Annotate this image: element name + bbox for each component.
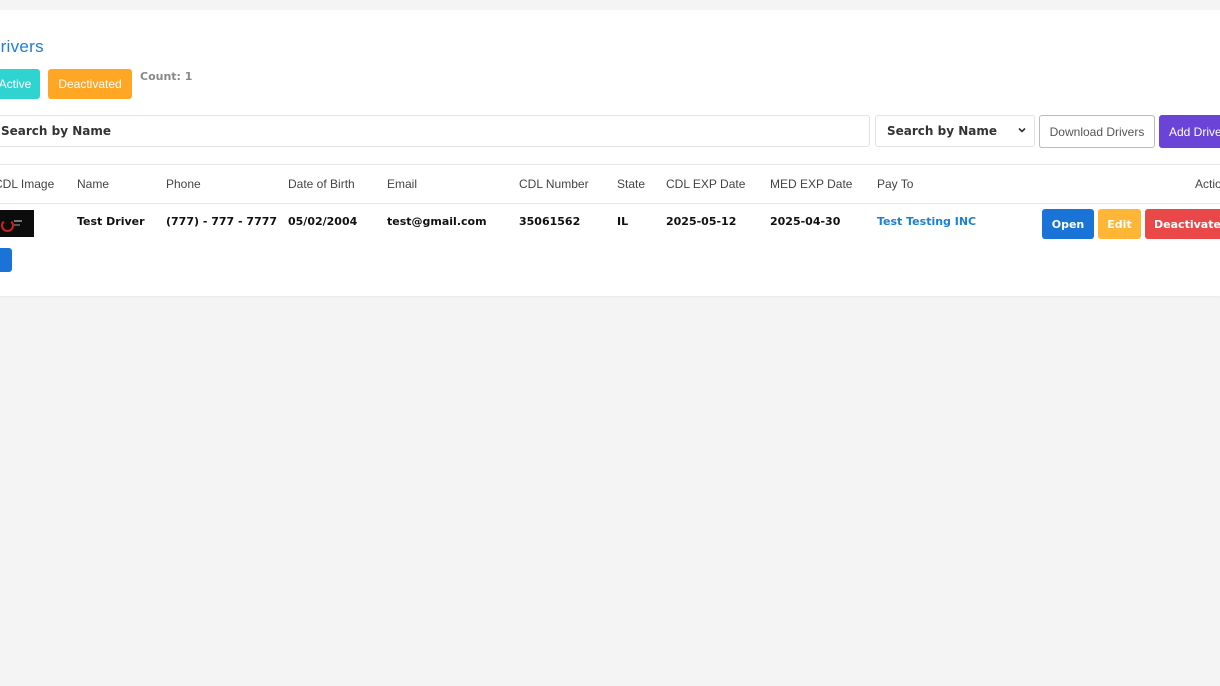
filter-deactivated-button[interactable]: Deactivated bbox=[48, 69, 132, 99]
header-actions: Actions bbox=[1195, 177, 1220, 191]
cell-state: IL bbox=[617, 215, 629, 228]
cell-name: Test Driver bbox=[77, 215, 145, 228]
header-phone: Phone bbox=[166, 177, 201, 191]
cell-cdl-exp-date: 2025-05-12 bbox=[666, 215, 737, 228]
cell-cdl-number: 35061562 bbox=[519, 215, 581, 228]
cell-email: test@gmail.com bbox=[387, 215, 487, 228]
deactivate-button[interactable]: Deactivate bbox=[1145, 209, 1220, 239]
cell-med-exp-date: 2025-04-30 bbox=[770, 215, 841, 228]
header-state: State bbox=[617, 177, 646, 191]
cdl-image-thumbnail[interactable] bbox=[0, 210, 34, 237]
search-field-select-value: Search by Name bbox=[887, 124, 998, 138]
search-input[interactable] bbox=[0, 115, 870, 147]
drivers-card bbox=[0, 10, 1220, 296]
page-title: Drivers bbox=[0, 37, 44, 56]
header-med-exp-date: MED EXP Date bbox=[770, 177, 853, 191]
header-cdl-number: CDL Number bbox=[519, 177, 589, 191]
header-date-of-birth: Date of Birth bbox=[288, 177, 355, 191]
header-cdl-image: CDL Image bbox=[0, 177, 55, 191]
download-drivers-button[interactable]: Download Drivers bbox=[1039, 115, 1155, 148]
add-driver-button[interactable]: Add Driver bbox=[1159, 115, 1220, 148]
header-cdl-exp-date: CDL EXP Date bbox=[666, 177, 746, 191]
table-header-divider bbox=[0, 203, 1220, 204]
cell-phone: (777) - 777 - 7777 bbox=[166, 215, 278, 228]
search-field-select[interactable]: Search by Name bbox=[875, 115, 1035, 147]
logo-mark-icon bbox=[1, 219, 14, 232]
header-email: Email bbox=[387, 177, 418, 191]
open-button[interactable]: Open bbox=[1042, 209, 1094, 239]
pagination-page-button[interactable]: 1 bbox=[0, 248, 12, 272]
header-name: Name bbox=[77, 177, 110, 191]
cell-dob: 05/02/2004 bbox=[288, 215, 358, 228]
filter-active-button[interactable]: Active bbox=[0, 69, 40, 99]
table-top-divider bbox=[0, 164, 1220, 165]
edit-button[interactable]: Edit bbox=[1098, 209, 1141, 239]
chevron-down-icon bbox=[1018, 127, 1026, 133]
header-pay-to: Pay To bbox=[877, 177, 914, 191]
driver-count: Count: 1 bbox=[140, 70, 193, 83]
cell-pay-to-link[interactable]: Test Testing INC bbox=[877, 215, 976, 228]
pagination-page-number: 1 bbox=[2, 253, 9, 266]
